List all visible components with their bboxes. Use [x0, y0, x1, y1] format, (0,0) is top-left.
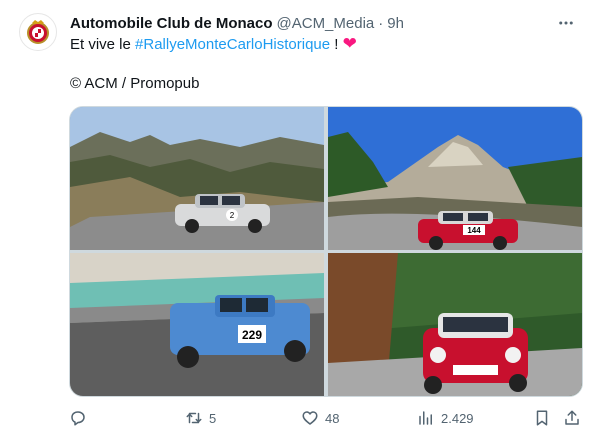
views-icon — [419, 411, 432, 425]
photo-2[interactable]: 144 — [328, 107, 582, 250]
photo-credit: © ACM / Promopub — [70, 75, 200, 92]
heart-emoji: ❤ — [342, 34, 357, 53]
more-button[interactable] — [554, 13, 578, 33]
car-number-1: 2 — [230, 211, 235, 220]
photo-1[interactable]: 2 — [70, 107, 324, 250]
tweet-text-suffix: ! — [330, 36, 339, 53]
tweet-text: Et vive le #RallyeMonteCarloHistorique !… — [70, 34, 574, 55]
photo-3[interactable]: 229 — [70, 253, 324, 396]
share-icon — [565, 410, 579, 425]
car-number-2: 144 — [467, 226, 481, 235]
share-button[interactable] — [563, 405, 581, 431]
like-icon — [302, 411, 318, 425]
retweet-icon — [186, 412, 202, 424]
tweet-actions: 5 48 2.429 — [69, 405, 581, 431]
acm-logo-icon — [27, 20, 49, 44]
timestamp[interactable]: 9h — [387, 15, 404, 32]
reply-button[interactable] — [69, 405, 93, 431]
retweet-button[interactable]: 5 — [185, 405, 216, 431]
views-button[interactable]: 2.429 — [417, 405, 474, 431]
bookmark-button[interactable] — [533, 405, 551, 431]
author-handle[interactable]: @ACM_Media — [277, 15, 375, 32]
retweet-count: 5 — [209, 410, 217, 426]
like-button[interactable]: 48 — [301, 405, 339, 431]
more-icon — [559, 21, 573, 25]
reply-icon — [71, 411, 85, 426]
photo-4[interactable] — [328, 253, 582, 396]
media-grid: 2 144 229 — [69, 106, 583, 397]
hashtag-link[interactable]: #RallyeMonteCarloHistorique — [135, 36, 330, 53]
tweet-text-prefix: Et vive le — [70, 36, 136, 53]
view-count: 2.429 — [441, 410, 474, 426]
car-number-3: 229 — [242, 328, 262, 342]
bookmark-icon — [536, 410, 548, 426]
tweet-header: Automobile Club de Monaco @ACM_Media · 9… — [70, 13, 578, 33]
avatar[interactable] — [19, 13, 57, 51]
separator-dot: · — [378, 14, 384, 32]
like-count: 48 — [325, 410, 340, 426]
author-name[interactable]: Automobile Club de Monaco — [70, 15, 273, 32]
